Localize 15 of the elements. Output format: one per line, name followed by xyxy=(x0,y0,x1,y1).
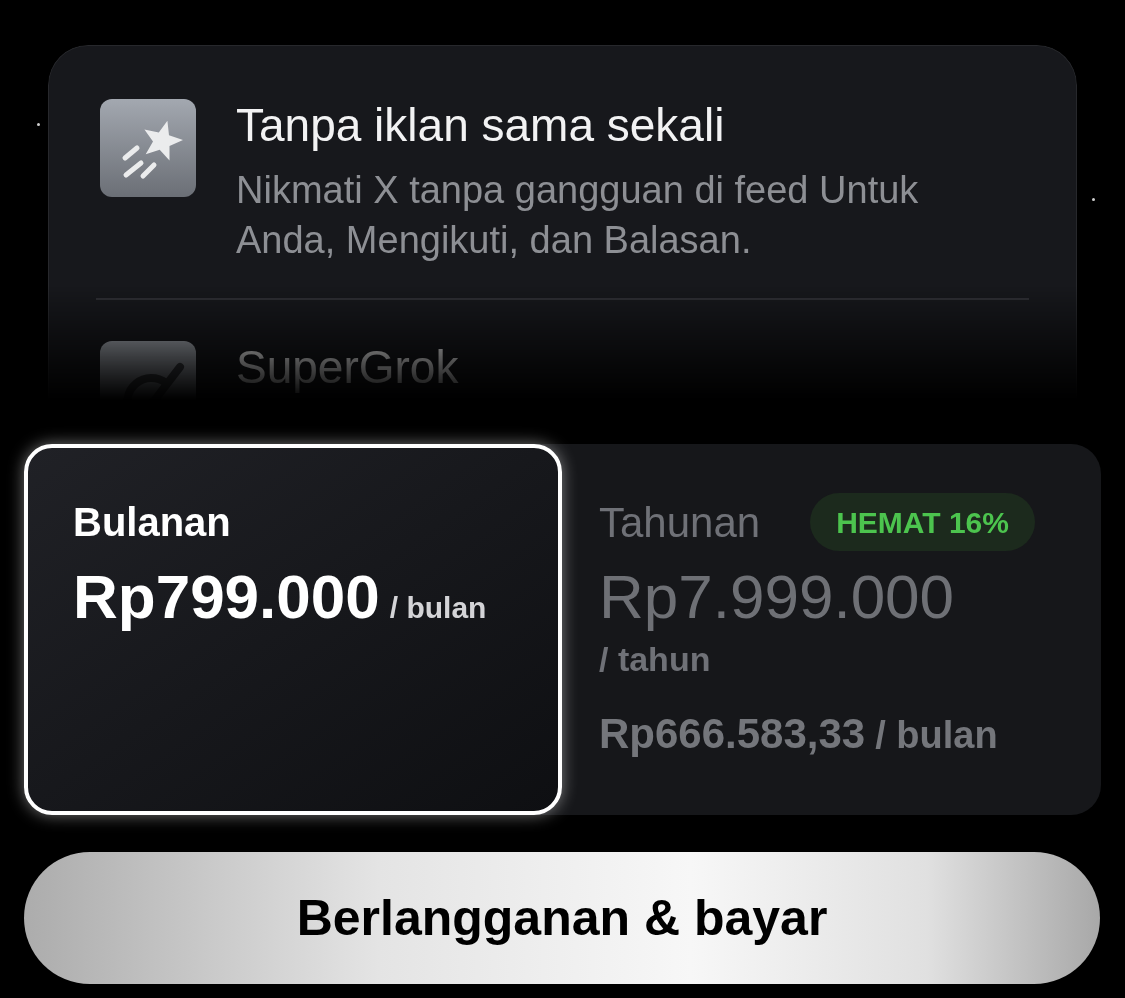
monthly-unit: / bulan xyxy=(875,713,998,758)
plan-option[interactable]: Tahunan HEMAT 16% Rp7.999.000 / tahun Rp666.583,33 / bulan xyxy=(562,444,1100,815)
monthly-price: Rp666.583,33 xyxy=(599,709,866,759)
plan-price: Rp7.999.000 xyxy=(599,561,955,633)
plan-price: Rp799.000 xyxy=(73,561,380,633)
feature-title: Tanpa iklan sama sekali xyxy=(236,99,726,151)
feature-title: SuperGrok xyxy=(236,341,459,393)
price-unit: / tahun xyxy=(599,639,711,679)
plan-name: Tahunan xyxy=(599,497,761,548)
price-unit: / bulan xyxy=(389,590,487,626)
subscribe-button[interactable]: Berlangganan & bayar xyxy=(24,852,1100,984)
plan-name: Bulanan xyxy=(73,499,231,546)
plan-option[interactable]: Bulanan Rp799.000 / bulan xyxy=(24,444,562,815)
discount-badge: HEMAT 16% xyxy=(810,493,1035,551)
feature-description: Nikmati X tanpa gangguan di feed Untuk Anda, Mengikuti, dan Balasan. xyxy=(236,168,920,263)
